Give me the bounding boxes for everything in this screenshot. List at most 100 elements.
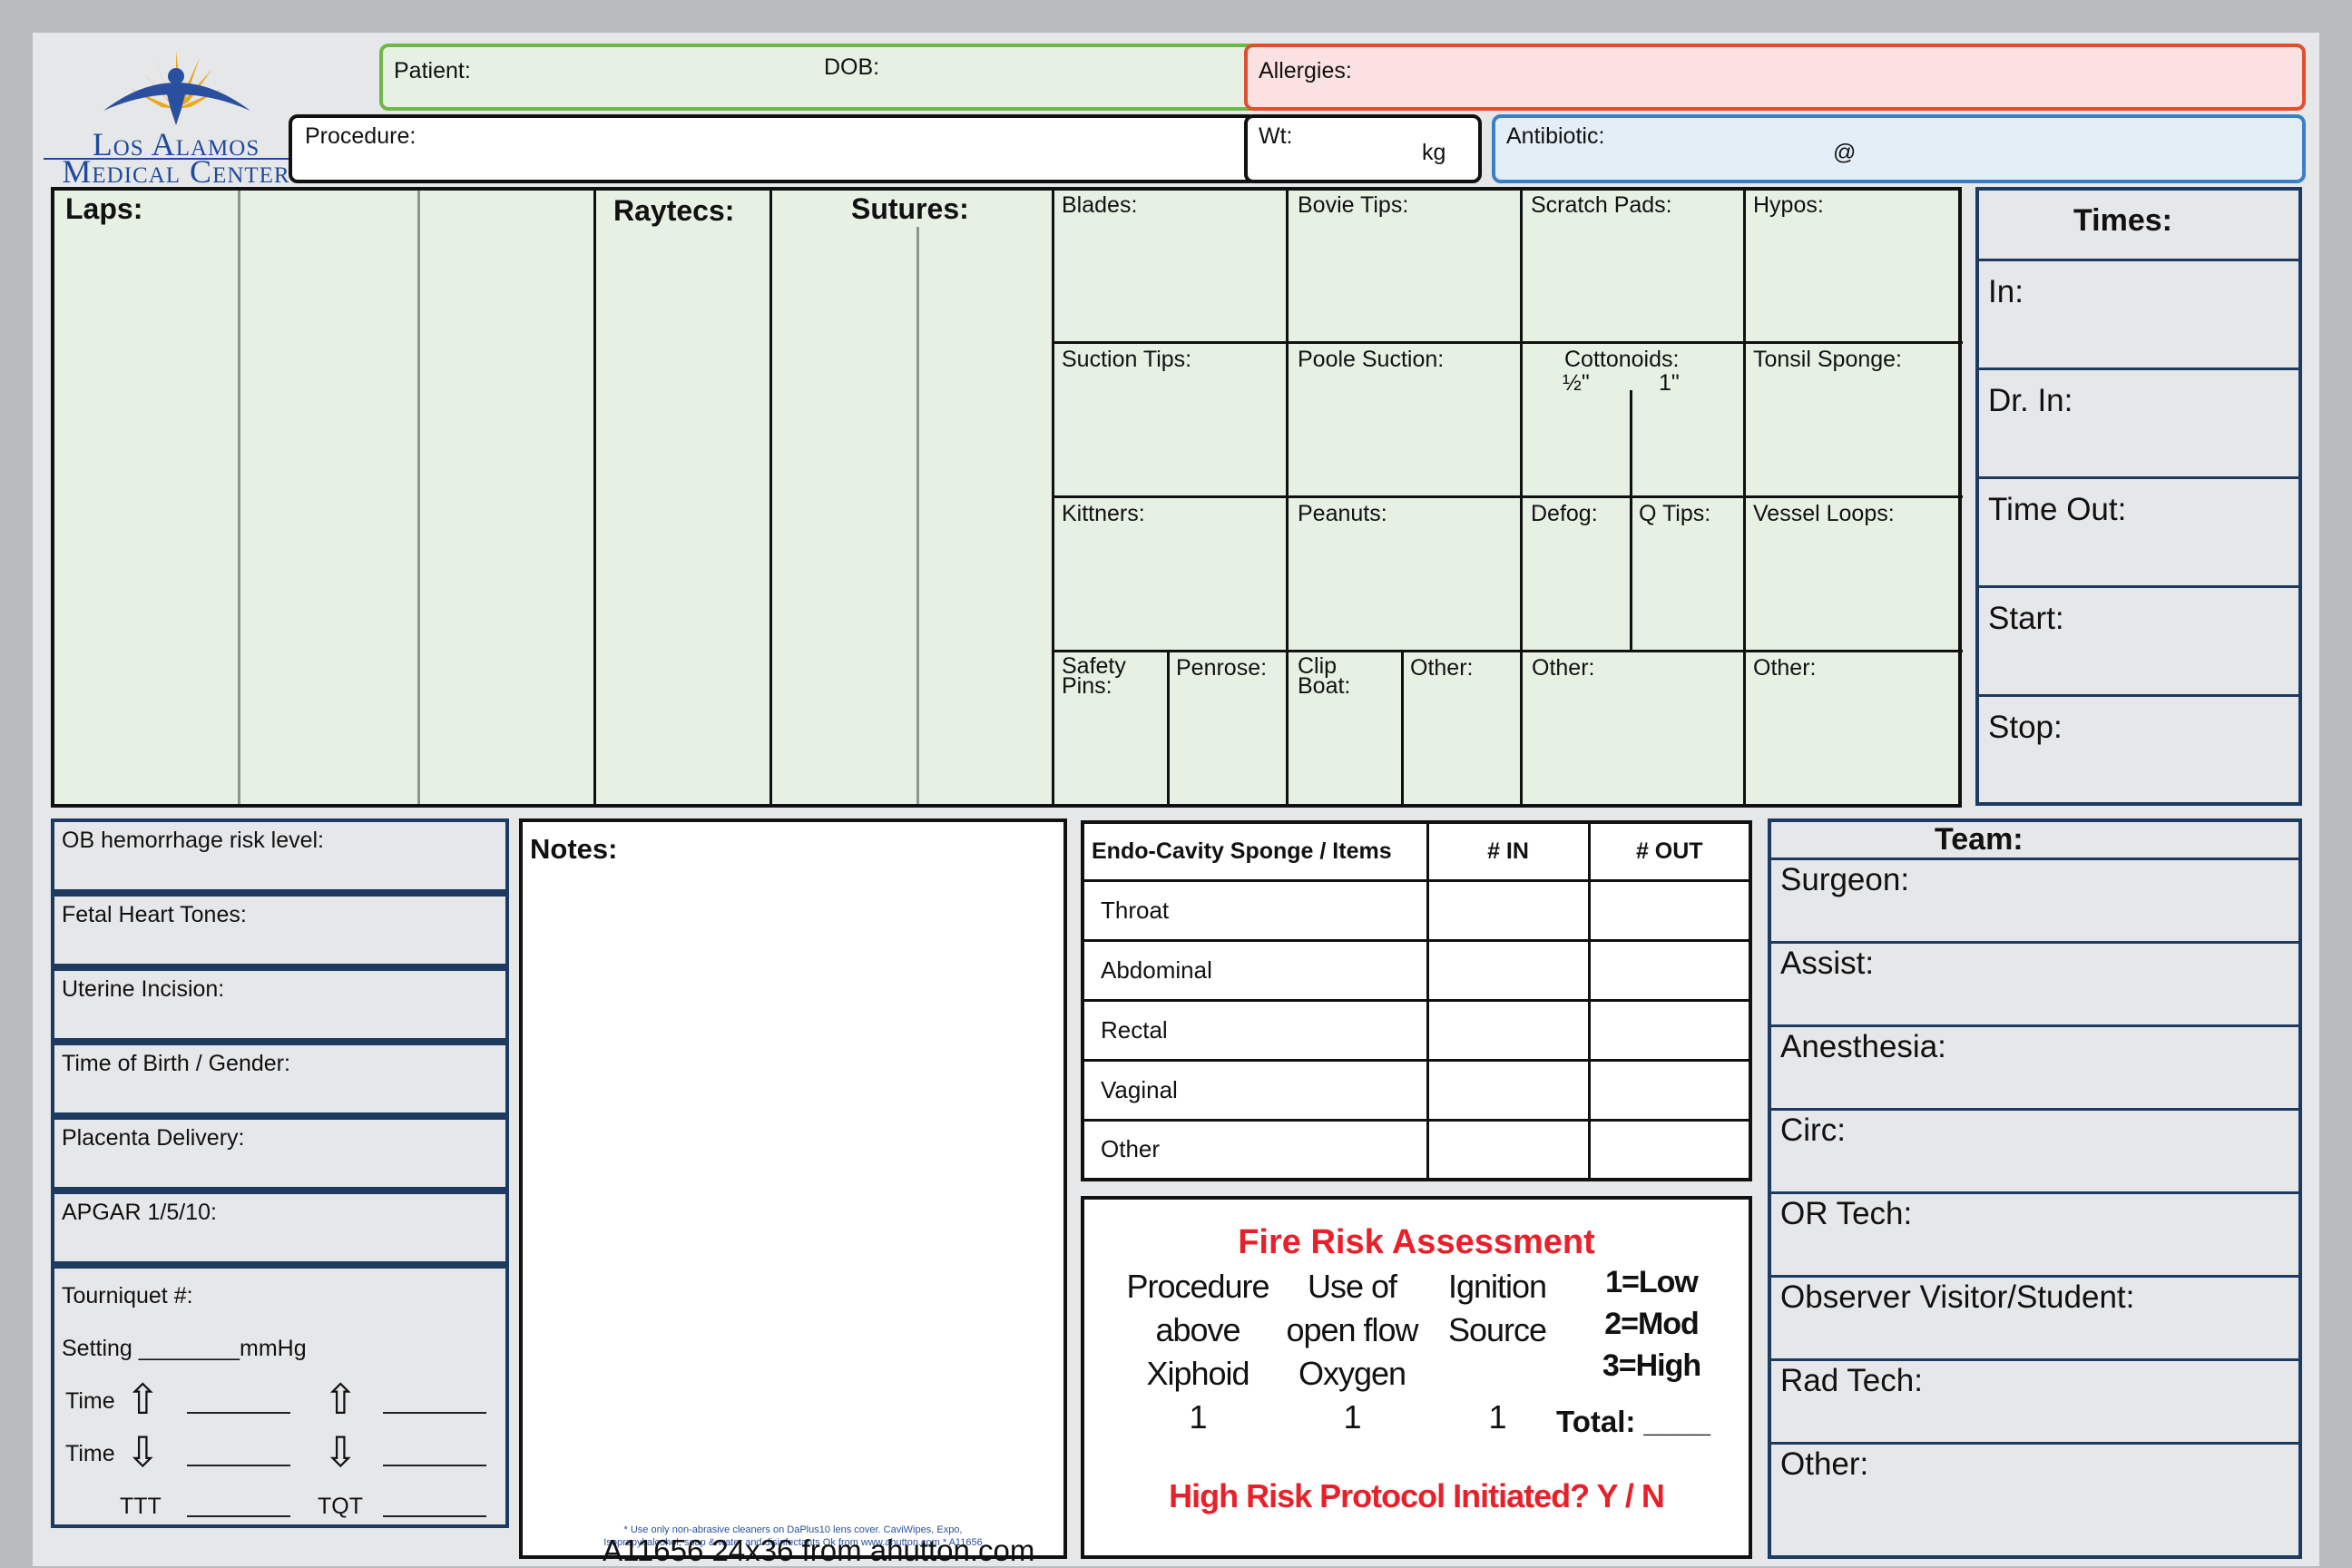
- team-observer-row[interactable]: Observer Visitor/Student:: [1771, 1278, 2298, 1361]
- endo-out-cell[interactable]: [1587, 1118, 1752, 1181]
- endo-in-cell[interactable]: [1426, 1058, 1591, 1122]
- apgar-label: APGAR 1/5/10:: [62, 1200, 217, 1225]
- counts-grid: Laps: Raytecs: Sutures: Blades: Bovie Ti…: [51, 187, 1963, 808]
- other-label-b: Other:: [1532, 655, 1595, 681]
- endo-out-cell[interactable]: [1587, 938, 1752, 1002]
- endo-in-cell[interactable]: [1426, 938, 1591, 1002]
- endo-row-throat: Throat: [1081, 878, 1429, 942]
- fire-col-ignition: Ignition Source 1: [1447, 1268, 1547, 1436]
- team-surgeon-row[interactable]: Surgeon:: [1771, 860, 2298, 944]
- table-row[interactable]: Rectal: [1081, 998, 1752, 1062]
- weight-label: Wt:: [1259, 123, 1293, 149]
- table-row[interactable]: Other: [1081, 1118, 1752, 1181]
- endo-in-cell[interactable]: [1426, 1118, 1591, 1181]
- allergies-label: Allergies:: [1259, 58, 1352, 83]
- team-or-tech-row[interactable]: OR Tech:: [1771, 1194, 2298, 1278]
- time-out-row[interactable]: Time Out:: [1979, 479, 2298, 588]
- fetal-heart-row[interactable]: Fetal Heart Tones:: [51, 893, 509, 967]
- time-in-label: In:: [1988, 274, 2024, 309]
- antibiotic-at: @: [1833, 140, 1857, 165]
- endo-out-cell[interactable]: [1587, 1058, 1752, 1122]
- ttt-label: TTT: [120, 1494, 162, 1519]
- logo-line-2: Medical Center: [62, 153, 290, 190]
- time-out-label: Time Out:: [1988, 492, 2127, 527]
- footer-text: A11656 24x36 from ahutton.com: [603, 1534, 1035, 1567]
- times-panel: Times: In: Dr. In: Time Out: Start: Stop…: [1975, 187, 2302, 806]
- table-row[interactable]: Throat: [1081, 878, 1752, 942]
- kittners-label: Kittners:: [1062, 501, 1145, 526]
- uterine-incision-row[interactable]: Uterine Incision:: [51, 967, 509, 1042]
- team-other-row[interactable]: Other:: [1771, 1445, 2298, 1555]
- placenta-row[interactable]: Placenta Delivery:: [51, 1116, 509, 1191]
- ob-risk-label: OB hemorrhage risk level:: [62, 828, 325, 853]
- procedure-label: Procedure:: [305, 123, 416, 149]
- penrose-label: Penrose:: [1176, 655, 1268, 681]
- time-start-row[interactable]: Start:: [1979, 588, 2298, 697]
- team-circ-row[interactable]: Circ:: [1771, 1111, 2298, 1194]
- tourniquet-panel[interactable]: Tourniquet #: Setting ________mmHg Time …: [51, 1265, 509, 1528]
- suction-tips-label: Suction Tips:: [1062, 347, 1192, 372]
- fire-risk-title: Fire Risk Assessment: [1238, 1223, 1595, 1261]
- blades-label: Blades:: [1062, 192, 1138, 218]
- scratch-pads-label: Scratch Pads:: [1531, 192, 1672, 218]
- fire-scale: 1=Low 2=Mod 3=High: [1602, 1265, 1701, 1383]
- antibiotic-field[interactable]: Antibiotic: @: [1492, 114, 2306, 183]
- logo-star-icon: [103, 51, 250, 125]
- fire-protocol[interactable]: High Risk Protocol Initiated? Y / N: [1084, 1477, 1749, 1515]
- vessel-loops-label: Vessel Loops:: [1753, 501, 1895, 526]
- time-of-birth-row[interactable]: Time of Birth / Gender:: [51, 1042, 509, 1116]
- endo-row-vaginal: Vaginal: [1081, 1058, 1429, 1122]
- cottonoids-one-label: 1": [1659, 370, 1680, 396]
- time-dr-in-row[interactable]: Dr. In:: [1979, 370, 2298, 479]
- endo-in-cell[interactable]: [1426, 878, 1591, 942]
- time-of-birth-label: Time of Birth / Gender:: [62, 1051, 290, 1076]
- bovie-tips-label: Bovie Tips:: [1298, 192, 1409, 218]
- q-tips-label: Q Tips:: [1639, 501, 1711, 526]
- patient-field[interactable]: Patient: DOB:: [379, 44, 1258, 111]
- fire-col-procedure: Procedure above Xiphoid 1: [1126, 1268, 1269, 1436]
- arrow-down-icon: ⇩: [125, 1428, 161, 1475]
- team-anesthesia-row[interactable]: Anesthesia:: [1771, 1027, 2298, 1111]
- team-title: Team:: [1935, 822, 2024, 857]
- team-rad-tech-label: Rad Tech:: [1780, 1363, 1923, 1398]
- tqt-label: TQT: [318, 1494, 363, 1519]
- safety-pins-label-2: Pins:: [1062, 673, 1112, 699]
- other-label-a: Other:: [1410, 655, 1474, 681]
- logo: Los Alamos Medical Center: [40, 45, 312, 190]
- sutures-label: Sutures:: [851, 192, 969, 225]
- dob-label: DOB:: [824, 54, 880, 80]
- cottonoids-half-label: ½": [1563, 370, 1590, 396]
- table-row[interactable]: Abdominal: [1081, 938, 1752, 1002]
- peanuts-label: Peanuts:: [1298, 501, 1387, 526]
- defog-label: Defog:: [1531, 501, 1598, 526]
- endo-header-out: # OUT: [1587, 820, 1752, 882]
- endo-header-in: # IN: [1426, 820, 1591, 882]
- endo-out-cell[interactable]: [1587, 998, 1752, 1062]
- time-stop-row[interactable]: Stop:: [1979, 697, 2298, 802]
- arrow-down-icon: ⇩: [323, 1428, 358, 1475]
- tourniquet-label: Tourniquet #:: [62, 1283, 193, 1308]
- table-row[interactable]: Vaginal: [1081, 1058, 1752, 1122]
- team-rad-tech-row[interactable]: Rad Tech:: [1771, 1361, 2298, 1445]
- team-or-tech-label: OR Tech:: [1780, 1196, 1913, 1231]
- antibiotic-label: Antibiotic:: [1506, 123, 1605, 149]
- poole-suction-label: Poole Suction:: [1298, 347, 1445, 372]
- team-assist-row[interactable]: Assist:: [1771, 944, 2298, 1027]
- endo-row-rectal: Rectal: [1081, 998, 1429, 1062]
- time-in-row[interactable]: In:: [1979, 261, 2298, 370]
- placenta-label: Placenta Delivery:: [62, 1125, 245, 1151]
- apgar-row[interactable]: APGAR 1/5/10:: [51, 1191, 509, 1265]
- allergies-box[interactable]: Allergies:: [1244, 44, 2306, 111]
- notes-panel[interactable]: Notes: * Use only non-abrasive cleaners …: [519, 818, 1067, 1559]
- fetal-heart-label: Fetal Heart Tones:: [62, 902, 247, 927]
- hypos-label: Hypos:: [1753, 192, 1824, 218]
- setting-label: Setting ________mmHg: [62, 1336, 307, 1361]
- weight-field[interactable]: Wt: kg: [1244, 114, 1482, 183]
- ob-risk-row[interactable]: OB hemorrhage risk level:: [51, 818, 509, 893]
- endo-out-cell[interactable]: [1587, 878, 1752, 942]
- clip-boat-label-2: Boat:: [1298, 673, 1351, 699]
- procedure-field[interactable]: Procedure:: [289, 114, 1258, 183]
- endo-in-cell[interactable]: [1426, 998, 1591, 1062]
- arrow-up-icon: ⇧: [125, 1376, 161, 1423]
- fire-total[interactable]: Total: ____: [1556, 1405, 1710, 1439]
